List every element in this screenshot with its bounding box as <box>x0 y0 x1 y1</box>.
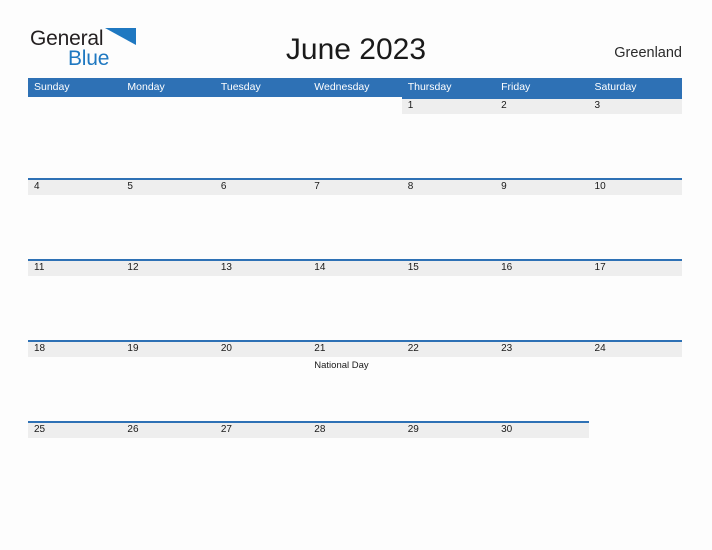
day-number: 23 <box>501 343 513 354</box>
day-number: 25 <box>34 424 46 435</box>
calendar-week-row: 11 12 13 14 15 16 17 <box>28 259 682 340</box>
day-number-band <box>495 178 589 195</box>
day-number: 12 <box>127 262 139 273</box>
calendar-day-cell[interactable]: 30 <box>495 421 589 502</box>
day-number: 13 <box>220 262 232 273</box>
calendar-empty-cell <box>214 97 309 178</box>
day-number: 18 <box>34 343 46 354</box>
weekday-header-monday: Monday <box>127 81 165 93</box>
day-number: 6 <box>220 181 227 192</box>
holiday-event-label: National Day <box>314 360 369 371</box>
day-number: 2 <box>501 100 507 111</box>
day-number-band <box>308 178 402 195</box>
day-number: 5 <box>127 181 133 192</box>
day-number: 14 <box>314 262 326 273</box>
day-number: 20 <box>220 343 232 354</box>
calendar-week-row: 18 19 20 21 National Day 22 23 24 <box>28 340 682 421</box>
calendar-week-row: 1 2 3 <box>28 97 682 178</box>
day-number-band <box>28 178 122 195</box>
calendar-day-cell[interactable]: 12 <box>121 259 215 340</box>
weekday-header-wednesday: Wednesday <box>314 81 370 93</box>
weekday-header-friday: Friday <box>501 81 531 93</box>
calendar-day-cell[interactable]: 19 <box>121 340 215 421</box>
calendar-day-cell[interactable]: 15 <box>401 259 496 340</box>
calendar-day-cell[interactable]: 1 <box>401 97 496 178</box>
weekday-header-row: Sunday Monday Tuesday Wednesday Thursday Frid… <box>28 78 682 97</box>
calendar-day-cell[interactable]: 24 <box>588 340 682 421</box>
day-number-band <box>495 97 589 114</box>
calendar-day-cell[interactable]: 5 <box>121 178 215 259</box>
calendar-day-cell[interactable]: 7 <box>308 178 402 259</box>
calendar-empty-cell <box>588 421 682 502</box>
calendar-day-cell[interactable]: 11 <box>28 259 122 340</box>
calendar-day-cell[interactable]: 18 <box>28 340 122 421</box>
day-number: 22 <box>407 343 419 354</box>
calendar-day-cell[interactable]: 17 <box>588 259 682 340</box>
calendar-day-cell[interactable]: 29 <box>401 421 496 502</box>
day-number-band <box>214 178 309 195</box>
calendar-day-cell[interactable]: 3 <box>588 97 682 178</box>
calendar-day-cell[interactable]: 10 <box>588 178 682 259</box>
day-events: National Day <box>314 360 398 372</box>
calendar-week-row: 4 5 6 7 8 9 10 <box>28 178 682 259</box>
day-number: 30 <box>501 424 513 435</box>
calendar-day-cell[interactable]: 20 <box>214 340 309 421</box>
day-number: 17 <box>594 262 606 273</box>
calendar-day-cell[interactable]: 23 <box>495 340 589 421</box>
calendar-day-cell[interactable]: 9 <box>495 178 589 259</box>
day-number: 4 <box>34 181 40 192</box>
day-number: 27 <box>220 424 232 435</box>
calendar-day-cell[interactable]: 14 <box>308 259 402 340</box>
day-number: 26 <box>127 424 139 435</box>
day-number: 24 <box>594 343 606 354</box>
country-label: Greenland <box>614 45 682 61</box>
day-number: 16 <box>501 262 513 273</box>
day-number: 11 <box>34 262 45 273</box>
day-number-band <box>401 97 496 114</box>
day-number-band <box>215 97 308 114</box>
day-number-band <box>121 97 214 114</box>
day-number: 10 <box>594 181 606 192</box>
calendar-day-cell[interactable]: 25 <box>28 421 122 502</box>
day-number: 29 <box>407 424 419 435</box>
weekday-header-tuesday: Tuesday <box>220 81 261 93</box>
page-title: June 2023 <box>285 33 427 66</box>
day-number: 1 <box>407 100 414 111</box>
calendar-day-cell[interactable]: 4 <box>28 178 122 259</box>
day-number-band <box>308 97 401 114</box>
calendar-day-cell[interactable]: 6 <box>214 178 309 259</box>
calendar-day-cell[interactable]: 2 <box>495 97 589 178</box>
day-number-band <box>401 178 496 195</box>
weekday-header-sunday: Sunday <box>34 81 70 93</box>
calendar-empty-cell <box>308 97 402 178</box>
day-number: 8 <box>407 181 414 192</box>
calendar-day-cell[interactable]: 16 <box>495 259 589 340</box>
calendar-day-cell[interactable]: 13 <box>214 259 309 340</box>
calendar-day-cell[interactable]: 26 <box>121 421 215 502</box>
day-number-band <box>588 97 682 114</box>
calendar-week-row: 25 26 27 28 29 30 <box>28 421 682 502</box>
day-number: 3 <box>594 100 601 111</box>
calendar-empty-cell <box>28 97 122 178</box>
day-number-band <box>589 421 682 438</box>
day-number-band <box>28 97 121 114</box>
weekday-header-saturday: Saturday <box>594 81 637 93</box>
day-number: 19 <box>127 343 139 354</box>
calendar-day-cell[interactable]: 21 National Day <box>308 340 402 421</box>
day-number: 7 <box>314 181 320 192</box>
calendar-day-cell[interactable]: 27 <box>214 421 309 502</box>
day-number: 28 <box>314 424 326 435</box>
day-number: 21 <box>314 343 326 354</box>
calendar-day-cell[interactable]: 22 <box>401 340 496 421</box>
calendar-grid: Sunday Monday Tuesday Wednesday Thursday Frid… <box>28 78 682 502</box>
day-number: 15 <box>407 262 419 273</box>
day-number: 9 <box>501 181 507 192</box>
weekday-header-thursday: Thursday <box>407 81 452 93</box>
calendar-weeks: 1 2 3 4 5 6 7 8 9 10 11 12 13 14 15 16 17 18 19 20 21 Nationa… <box>28 97 682 502</box>
day-number-band <box>121 178 215 195</box>
calendar-empty-cell <box>121 97 215 178</box>
calendar-day-cell[interactable]: 28 <box>308 421 402 502</box>
page-header: General Blue June 2023 Greenland <box>0 0 712 76</box>
calendar-day-cell[interactable]: 8 <box>401 178 496 259</box>
